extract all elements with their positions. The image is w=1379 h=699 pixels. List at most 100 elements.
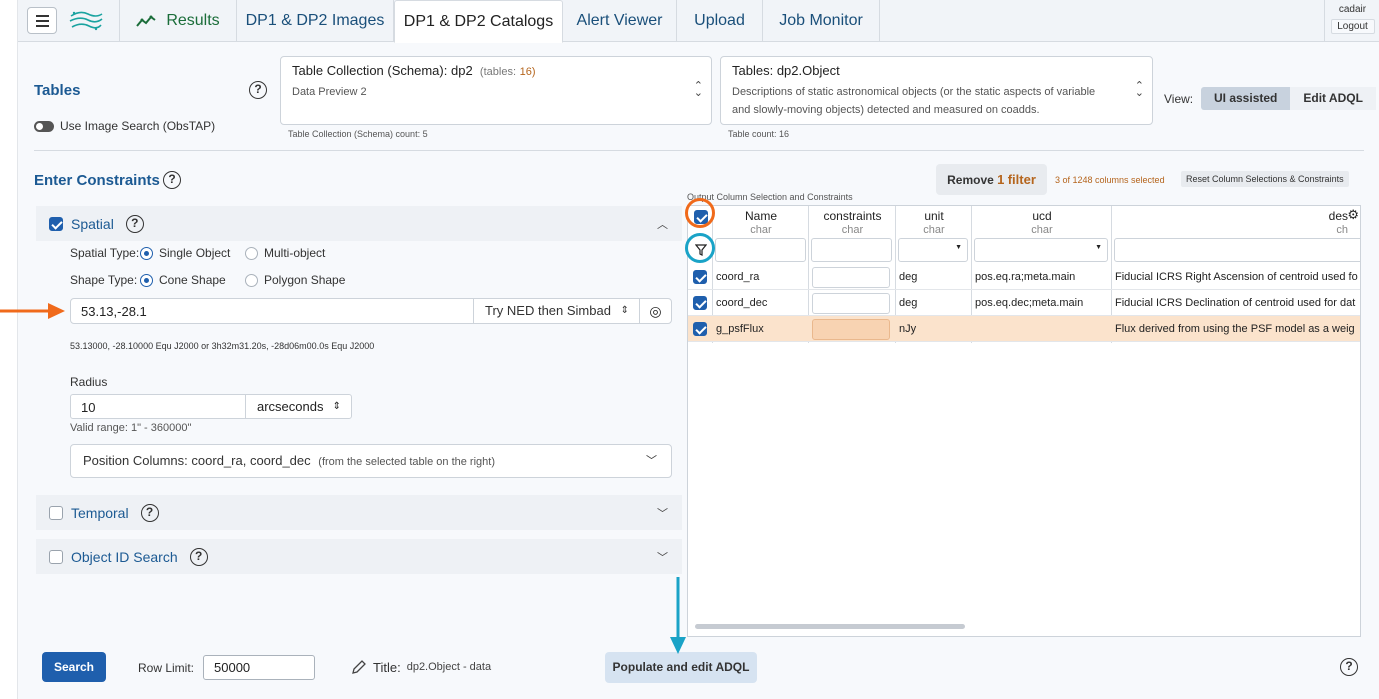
user-panel: cadair Logout	[1324, 0, 1379, 42]
header-unit-type: char	[923, 224, 945, 236]
tab-images[interactable]: DP1 & DP2 Images	[237, 0, 394, 42]
tab-results-label: Results	[166, 12, 220, 29]
filter-description-input[interactable]	[1114, 238, 1360, 262]
multi-object-radio[interactable]	[245, 246, 258, 260]
populate-adql-button[interactable]: Populate and edit ADQL	[605, 652, 757, 683]
table-label-text: Tables:	[732, 63, 774, 78]
radius-label: Radius	[70, 375, 108, 389]
row-limit-input[interactable]: 50000	[203, 655, 315, 680]
table-row[interactable]: coord_dec deg pos.eq.dec;meta.main Fiduc…	[688, 290, 1360, 316]
spatial-checkbox[interactable]	[49, 216, 63, 231]
schema-tables-count: 16)	[519, 66, 536, 78]
tables-help-icon[interactable]: ?	[249, 81, 267, 99]
updown-chevron-icon: ⇕	[620, 305, 629, 316]
tab-catalogs-label: DP1 & DP2 Catalogs	[403, 12, 554, 30]
coord-note: 53.13000, -28.10000 Equ J2000 or 3h32m31…	[70, 341, 375, 351]
row-constraint-input[interactable]	[812, 319, 890, 340]
temporal-checkbox[interactable]	[49, 505, 63, 520]
footer-help-icon[interactable]: ?	[1340, 658, 1358, 676]
image-search-toggle-row[interactable]: Use Image Search (ObsTAP)	[34, 119, 215, 133]
object-id-help-icon[interactable]: ?	[189, 547, 208, 566]
view-label: View:	[1164, 92, 1194, 106]
filter-constraints-input[interactable]	[811, 238, 892, 262]
header-ucd[interactable]: ucd char	[972, 206, 1112, 238]
position-input[interactable]: 53.13,-28.1	[81, 304, 147, 319]
remove-filter-prefix: Remove	[947, 173, 994, 187]
spatial-help-icon[interactable]: ?	[125, 214, 144, 233]
updown-chevron-icon: ⇕	[332, 401, 341, 412]
resolver-value: Try NED then Simbad	[485, 303, 611, 318]
schema-label-text: Table Collection (Schema):	[292, 63, 448, 78]
cone-shape-radio[interactable]	[140, 273, 153, 287]
row-constraint-input[interactable]	[812, 267, 890, 288]
tab-results[interactable]: Results	[119, 0, 237, 42]
app-window: Results DP1 & DP2 Images DP1 & DP2 Catal…	[17, 0, 1379, 699]
row-unit: deg	[899, 297, 918, 309]
target-picker-icon[interactable]: ◎	[639, 299, 671, 323]
radius-unit-select[interactable]: arcseconds ⇕	[245, 395, 351, 418]
row-checkbox[interactable]	[693, 322, 707, 336]
title-value: dp2.Object - data	[406, 661, 492, 673]
pencil-icon[interactable]	[351, 659, 367, 675]
title-label: Title:	[373, 659, 401, 675]
reset-columns-button[interactable]: Reset Column Selections & Constraints	[1181, 171, 1349, 187]
row-select-cell	[688, 316, 713, 342]
image-search-toggle[interactable]	[34, 120, 54, 132]
row-checkbox[interactable]	[693, 270, 707, 284]
table-row[interactable]: coord_ra deg pos.eq.ra;meta.main Fiducia…	[688, 264, 1360, 290]
header-description-type: ch	[1336, 224, 1348, 236]
gear-icon[interactable]: ⚙	[1347, 207, 1359, 223]
search-button[interactable]: Search	[42, 652, 106, 682]
position-columns-label: Position Columns:	[83, 453, 188, 468]
title-area[interactable]: Title: dp2.Object - data	[351, 659, 491, 675]
tab-catalogs[interactable]: DP1 & DP2 Catalogs	[394, 0, 563, 43]
row-constraint-input[interactable]	[812, 293, 890, 314]
remove-filter-button[interactable]: Remove 1 filter	[936, 164, 1047, 195]
columns-table: Name char constraints char unit char ucd…	[687, 205, 1361, 637]
header-unit-label: unit	[924, 209, 944, 223]
resolver-select[interactable]: Try NED then Simbad ⇕	[473, 299, 639, 323]
radius-input[interactable]: 10	[81, 400, 95, 415]
caret-down-icon: ▼	[1095, 244, 1102, 251]
filter-unit-select[interactable]: ▼	[898, 238, 968, 262]
spatial-accordion-header[interactable]: Spatial ? ︿	[36, 206, 682, 241]
temporal-accordion-header[interactable]: Temporal ? ﹀	[36, 495, 682, 530]
schema-select[interactable]: Table Collection (Schema): dp2 (tables: …	[280, 56, 712, 125]
constraints-heading: Enter Constraints	[34, 172, 160, 189]
table-row[interactable]: g_psfFlux nJy Flux derived from using th…	[688, 316, 1360, 342]
header-name[interactable]: Name char	[713, 206, 809, 238]
object-id-accordion-header[interactable]: Object ID Search ? ﹀	[36, 539, 682, 574]
row-checkbox[interactable]	[693, 296, 707, 310]
schema-value: dp2	[450, 63, 473, 78]
updown-chevron-icon: ⌃ ⌄	[693, 80, 703, 99]
view-ui-assisted-button[interactable]: UI assisted	[1201, 87, 1291, 110]
table-select[interactable]: Tables: dp2.Object Descriptions of stati…	[720, 56, 1153, 125]
temporal-help-icon[interactable]: ?	[140, 503, 159, 522]
row-unit: nJy	[899, 323, 917, 335]
single-object-radio[interactable]	[140, 246, 153, 260]
chevron-up-icon: ︿	[657, 218, 668, 231]
logout-button[interactable]: Logout	[1330, 19, 1375, 34]
tab-alert-viewer[interactable]: Alert Viewer	[563, 0, 677, 42]
header-constraints[interactable]: constraints char	[809, 206, 896, 238]
view-edit-adql-button[interactable]: Edit ADQL	[1290, 87, 1376, 110]
chevron-down-icon: ﹀	[657, 507, 668, 520]
constraints-help-icon[interactable]: ?	[163, 171, 181, 189]
filter-ucd-select[interactable]: ▼	[974, 238, 1108, 262]
spatial-title: Spatial	[71, 215, 114, 232]
row-name: g_psfFlux	[716, 323, 764, 335]
horizontal-scrollbar[interactable]	[695, 624, 965, 629]
polygon-shape-radio[interactable]	[245, 273, 258, 287]
position-columns-select[interactable]: Position Columns: coord_ra, coord_dec (f…	[70, 444, 672, 478]
tables-heading: Tables	[34, 82, 81, 99]
temporal-title: Temporal	[71, 504, 129, 521]
object-id-checkbox[interactable]	[49, 549, 63, 564]
position-input-group: 53.13,-28.1 Try NED then Simbad ⇕ ◎	[70, 298, 672, 324]
tab-upload[interactable]: Upload	[677, 0, 763, 42]
header-description[interactable]: des ch	[1112, 206, 1360, 238]
tab-job-monitor[interactable]: Job Monitor	[763, 0, 880, 42]
filter-name-input[interactable]	[715, 238, 806, 262]
header-unit[interactable]: unit char	[896, 206, 972, 238]
hamburger-menu-button[interactable]	[27, 7, 57, 34]
position-columns-note: (from the selected table on the right)	[318, 456, 495, 468]
